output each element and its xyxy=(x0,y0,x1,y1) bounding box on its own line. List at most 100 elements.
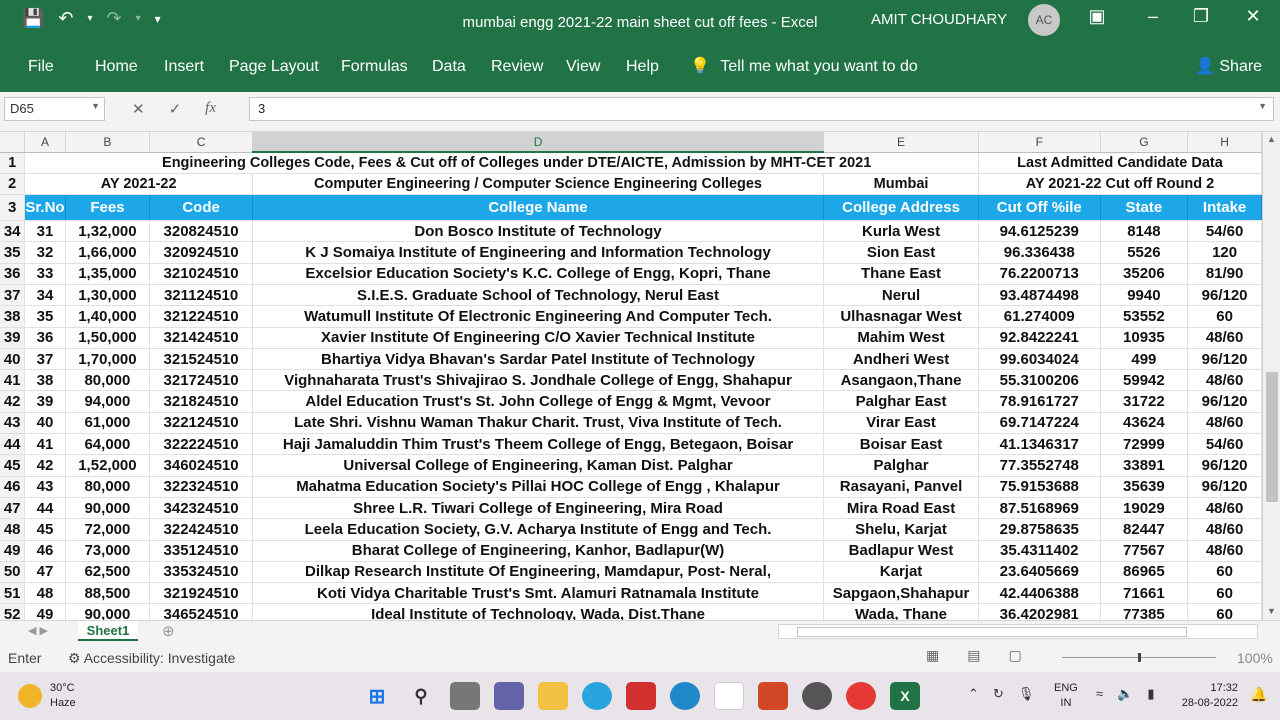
cell-state[interactable]: 35206 xyxy=(1100,263,1189,285)
cell-code[interactable]: 322324510 xyxy=(149,476,253,498)
row-header[interactable]: 37 xyxy=(0,284,26,307)
cell-college-name[interactable]: S.I.E.S. Graduate School of Technology, … xyxy=(252,284,825,307)
cell-college-address[interactable]: Shelu, Karjat xyxy=(823,518,979,541)
cell-fees[interactable]: 1,35,000 xyxy=(65,263,151,285)
cell-college-name[interactable]: Xavier Institute Of Engineering C/O Xavi… xyxy=(252,327,825,349)
category-cell[interactable]: Computer Engineering / Computer Science … xyxy=(252,173,825,196)
cell-college-address[interactable]: Asangaon,Thane xyxy=(823,369,979,392)
cell-college-name[interactable]: Leela Education Society, G.V. Acharya In… xyxy=(252,518,825,541)
cell-college-name[interactable]: Shree L.R. Tiwari College of Engineering… xyxy=(252,497,825,520)
cell-college-address[interactable]: Boisar East xyxy=(823,433,979,456)
cell-cutoff[interactable]: 69.7147224 xyxy=(978,412,1101,435)
search-icon[interactable]: ⚲ xyxy=(406,682,436,710)
ink-app-icon[interactable] xyxy=(714,682,744,710)
row-header[interactable]: 51 xyxy=(0,582,26,605)
page-layout-view-icon[interactable]: ▤ xyxy=(967,647,980,664)
row-header[interactable]: 36 xyxy=(0,263,26,285)
cell-intake[interactable]: 48/60 xyxy=(1187,497,1262,520)
cell-college-address[interactable]: Mira Road East xyxy=(823,497,979,520)
cell-state[interactable]: 82447 xyxy=(1100,518,1189,541)
cell-intake[interactable]: 48/60 xyxy=(1187,412,1262,435)
cell-state[interactable]: 86965 xyxy=(1100,561,1189,584)
cell-intake[interactable]: 60 xyxy=(1187,305,1262,328)
tab-review[interactable]: Review xyxy=(491,58,543,76)
row-header[interactable]: 34 xyxy=(0,220,26,243)
sheet-nav-icon[interactable]: ◀ ▶ xyxy=(28,624,48,637)
cell-college-address[interactable]: Wada, Thane xyxy=(823,603,979,620)
cell-college-address[interactable]: Thane East xyxy=(823,263,979,285)
cell-cutoff[interactable]: 75.9153688 xyxy=(978,476,1101,498)
ribbon-display-options-icon[interactable]: ▣ xyxy=(1082,6,1112,27)
column-header[interactable]: E xyxy=(823,132,979,153)
row-header[interactable]: 3 xyxy=(0,194,26,222)
cell-srno[interactable]: 44 xyxy=(24,497,66,520)
cell-intake[interactable]: 60 xyxy=(1187,603,1262,620)
horizontal-scrollbar[interactable] xyxy=(778,624,1258,639)
cell-code[interactable]: 321824510 xyxy=(149,390,253,413)
scroll-down-icon[interactable]: ▼ xyxy=(1267,606,1276,616)
cell-code[interactable]: 321424510 xyxy=(149,327,253,349)
column-header[interactable]: B xyxy=(65,132,151,153)
cell-college-name[interactable]: Vighnaharata Trust's Shivajirao S. Jondh… xyxy=(252,369,825,392)
cell-code[interactable]: 322424510 xyxy=(149,518,253,541)
cell-fees[interactable]: 1,70,000 xyxy=(65,348,151,371)
cell-cutoff[interactable]: 94.6125239 xyxy=(978,220,1101,243)
cell-srno[interactable]: 33 xyxy=(24,263,66,285)
row-header[interactable]: 43 xyxy=(0,412,26,435)
cell-college-name[interactable]: Koti Vidya Charitable Trust's Smt. Alamu… xyxy=(252,582,825,605)
row-header[interactable]: 49 xyxy=(0,540,26,562)
academic-year-cell[interactable]: AY 2021-22 xyxy=(24,173,253,196)
task-view-icon[interactable] xyxy=(450,682,480,710)
cell-code[interactable]: 322124510 xyxy=(149,412,253,435)
formula-input[interactable]: 3 ▼ xyxy=(249,97,1274,121)
header-cutoff[interactable]: Cut Off %ile xyxy=(978,194,1101,222)
cell-srno[interactable]: 37 xyxy=(24,348,66,371)
cell-code[interactable]: 321024510 xyxy=(149,263,253,285)
cell-intake[interactable]: 54/60 xyxy=(1187,433,1262,456)
cell-intake[interactable]: 48/60 xyxy=(1187,369,1262,392)
column-header[interactable]: C xyxy=(149,132,253,153)
cell-state[interactable]: 43624 xyxy=(1100,412,1189,435)
cell-college-address[interactable]: Badlapur West xyxy=(823,540,979,562)
cell-college-address[interactable]: Ulhasnagar West xyxy=(823,305,979,328)
chevron-up-icon[interactable]: ⌃ xyxy=(968,686,979,702)
cell-intake[interactable]: 120 xyxy=(1187,241,1262,264)
cell-college-name[interactable]: Excelsior Education Society's K.C. Colle… xyxy=(252,263,825,285)
enter-icon[interactable]: ✓ xyxy=(169,100,182,118)
tab-help[interactable]: Help xyxy=(626,58,659,76)
last-admitted-cell[interactable]: Last Admitted Candidate Data xyxy=(978,152,1262,174)
cell-college-address[interactable]: Sapgaon,Shahapur xyxy=(823,582,979,605)
scroll-thumb[interactable] xyxy=(1266,372,1278,502)
header-fees[interactable]: Fees xyxy=(65,194,151,222)
cell-state[interactable]: 8148 xyxy=(1100,220,1189,243)
cell-cutoff[interactable]: 41.1346317 xyxy=(978,433,1101,456)
cell-college-address[interactable]: Kurla West xyxy=(823,220,979,243)
cell-intake[interactable]: 60 xyxy=(1187,582,1262,605)
header-intake[interactable]: Intake xyxy=(1187,194,1262,222)
zoom-knob[interactable] xyxy=(1138,653,1141,662)
cell-srno[interactable]: 45 xyxy=(24,518,66,541)
column-header[interactable]: G xyxy=(1100,132,1189,153)
cell-fees[interactable]: 1,32,000 xyxy=(65,220,151,243)
cell-fees[interactable]: 73,000 xyxy=(65,540,151,562)
cell-intake[interactable]: 96/120 xyxy=(1187,284,1262,307)
tab-view[interactable]: View xyxy=(566,58,600,76)
user-name[interactable]: AMIT CHOUDHARY xyxy=(871,11,1007,28)
notification-icon[interactable]: 🔔 xyxy=(1250,686,1267,703)
row-header[interactable]: 42 xyxy=(0,390,26,413)
column-header[interactable]: A xyxy=(24,132,66,153)
minimize-icon[interactable]: – xyxy=(1138,6,1168,27)
city-cell[interactable]: Mumbai xyxy=(823,173,979,196)
cell-college-name[interactable]: Bhartiya Vidya Bhavan's Sardar Patel Ins… xyxy=(252,348,825,371)
share-button[interactable]: 👤 Share xyxy=(1195,56,1262,76)
header-srno[interactable]: Sr.No xyxy=(24,194,66,222)
cell-cutoff[interactable]: 76.2200713 xyxy=(978,263,1101,285)
tab-insert[interactable]: Insert xyxy=(164,58,204,76)
excel-taskbar-icon[interactable]: X xyxy=(890,682,920,710)
tab-file[interactable]: File xyxy=(28,58,54,76)
cell-college-address[interactable]: Virar East xyxy=(823,412,979,435)
cell-srno[interactable]: 48 xyxy=(24,582,66,605)
cell-code[interactable]: 321924510 xyxy=(149,582,253,605)
cell-college-name[interactable]: K J Somaiya Institute of Engineering and… xyxy=(252,241,825,264)
worksheet-grid[interactable]: A B C D E F G H 1 Engineering Colleges C… xyxy=(0,132,1262,620)
